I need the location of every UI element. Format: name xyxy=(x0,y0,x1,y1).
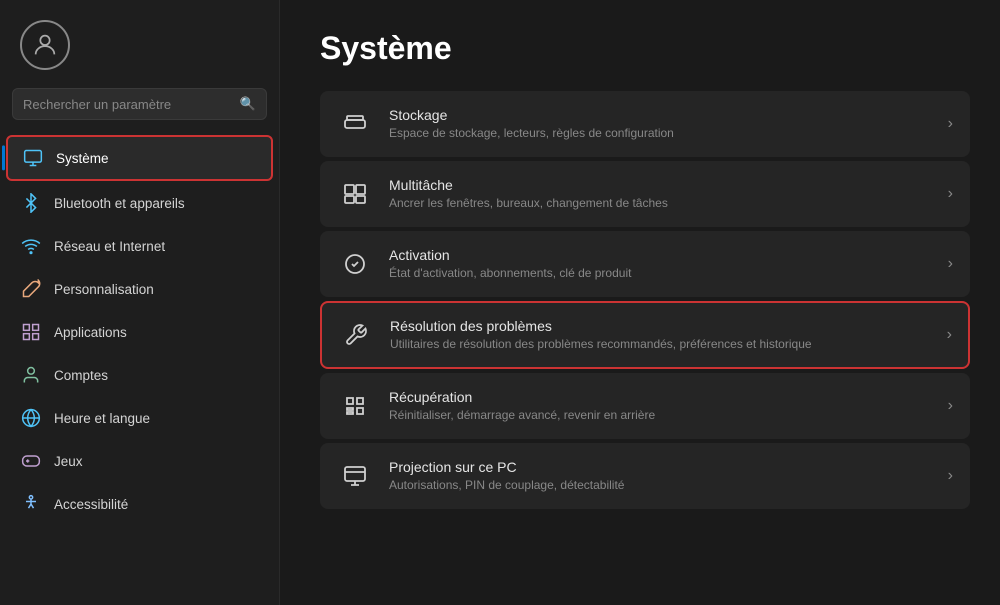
sidebar-label-systeme: Système xyxy=(56,151,109,166)
storage-icon xyxy=(337,106,373,142)
setting-projection-title: Projection sur ce PC xyxy=(389,459,938,475)
setting-multitache-title: Multitâche xyxy=(389,177,938,193)
sidebar-label-comptes: Comptes xyxy=(54,368,108,383)
brush-icon xyxy=(20,278,42,300)
avatar xyxy=(20,20,70,70)
setting-activation-desc: État d'activation, abonnements, clé de p… xyxy=(389,265,938,282)
chevron-right-icon: › xyxy=(948,397,953,415)
chevron-right-icon: › xyxy=(948,255,953,273)
grid-icon xyxy=(20,321,42,343)
setting-resolution-title: Résolution des problèmes xyxy=(390,318,937,334)
setting-resolution-text: Résolution des problèmes Utilitaires de … xyxy=(390,318,937,353)
sidebar-item-comptes[interactable]: Comptes xyxy=(6,354,273,396)
sidebar-item-accessibilite[interactable]: Accessibilité xyxy=(6,483,273,525)
sidebar-item-bluetooth[interactable]: Bluetooth et appareils xyxy=(6,182,273,224)
user-icon xyxy=(20,364,42,386)
monitor-icon xyxy=(22,147,44,169)
setting-stockage-title: Stockage xyxy=(389,107,938,123)
setting-multitache[interactable]: Multitâche Ancrer les fenêtres, bureaux,… xyxy=(320,161,970,227)
setting-recuperation-desc: Réinitialiser, démarrage avancé, revenir… xyxy=(389,407,938,424)
user-avatar-icon xyxy=(31,31,59,59)
projection-icon xyxy=(337,458,373,494)
sidebar-item-personnalisation[interactable]: Personnalisation xyxy=(6,268,273,310)
setting-stockage-desc: Espace de stockage, lecteurs, règles de … xyxy=(389,125,938,142)
setting-stockage-text: Stockage Espace de stockage, lecteurs, r… xyxy=(389,107,938,142)
sidebar-item-reseau[interactable]: Réseau et Internet xyxy=(6,225,273,267)
chevron-right-icon: › xyxy=(948,185,953,203)
chevron-right-icon: › xyxy=(948,115,953,133)
sidebar-item-heure[interactable]: Heure et langue xyxy=(6,397,273,439)
search-icon: 🔍 xyxy=(240,96,256,112)
globe-icon xyxy=(20,407,42,429)
activation-icon xyxy=(337,246,373,282)
setting-resolution-desc: Utilitaires de résolution des problèmes … xyxy=(390,336,937,353)
setting-stockage[interactable]: Stockage Espace de stockage, lecteurs, r… xyxy=(320,91,970,157)
sidebar-label-bluetooth: Bluetooth et appareils xyxy=(54,196,185,211)
setting-recuperation[interactable]: Récupération Réinitialiser, démarrage av… xyxy=(320,373,970,439)
sidebar-label-personnalisation: Personnalisation xyxy=(54,282,154,297)
search-box[interactable]: 🔍 xyxy=(12,88,267,120)
setting-activation[interactable]: Activation État d'activation, abonnement… xyxy=(320,231,970,297)
sidebar-label-applications: Applications xyxy=(54,325,127,340)
sidebar-item-jeux[interactable]: Jeux xyxy=(6,440,273,482)
setting-activation-title: Activation xyxy=(389,247,938,263)
settings-list: Stockage Espace de stockage, lecteurs, r… xyxy=(320,91,970,509)
sidebar: 🔍 Système Bluetooth et appareils xyxy=(0,0,280,605)
wrench-icon xyxy=(338,317,374,353)
setting-activation-text: Activation État d'activation, abonnement… xyxy=(389,247,938,282)
multitask-icon xyxy=(337,176,373,212)
main-content: Système Stockage Espace de stockage, lec… xyxy=(280,0,1000,605)
sidebar-label-reseau: Réseau et Internet xyxy=(54,239,165,254)
accessibility-icon xyxy=(20,493,42,515)
setting-resolution[interactable]: Résolution des problèmes Utilitaires de … xyxy=(320,301,970,369)
bluetooth-icon xyxy=(20,192,42,214)
setting-projection-text: Projection sur ce PC Autorisations, PIN … xyxy=(389,459,938,494)
sidebar-label-accessibilite: Accessibilité xyxy=(54,497,128,512)
sidebar-label-jeux: Jeux xyxy=(54,454,83,469)
setting-projection[interactable]: Projection sur ce PC Autorisations, PIN … xyxy=(320,443,970,509)
sidebar-label-heure: Heure et langue xyxy=(54,411,150,426)
sidebar-item-systeme[interactable]: Système xyxy=(6,135,273,181)
wifi-icon xyxy=(20,235,42,257)
gamepad-icon xyxy=(20,450,42,472)
search-input[interactable] xyxy=(23,97,234,112)
setting-projection-desc: Autorisations, PIN de couplage, détectab… xyxy=(389,477,938,494)
chevron-right-icon: › xyxy=(948,467,953,485)
setting-multitache-desc: Ancrer les fenêtres, bureaux, changement… xyxy=(389,195,938,212)
page-title: Système xyxy=(320,30,970,67)
setting-recuperation-text: Récupération Réinitialiser, démarrage av… xyxy=(389,389,938,424)
recovery-icon xyxy=(337,388,373,424)
chevron-right-icon: › xyxy=(947,326,952,344)
nav-items: Système Bluetooth et appareils Réseau xyxy=(0,134,279,605)
sidebar-item-applications[interactable]: Applications xyxy=(6,311,273,353)
setting-multitache-text: Multitâche Ancrer les fenêtres, bureaux,… xyxy=(389,177,938,212)
setting-recuperation-title: Récupération xyxy=(389,389,938,405)
